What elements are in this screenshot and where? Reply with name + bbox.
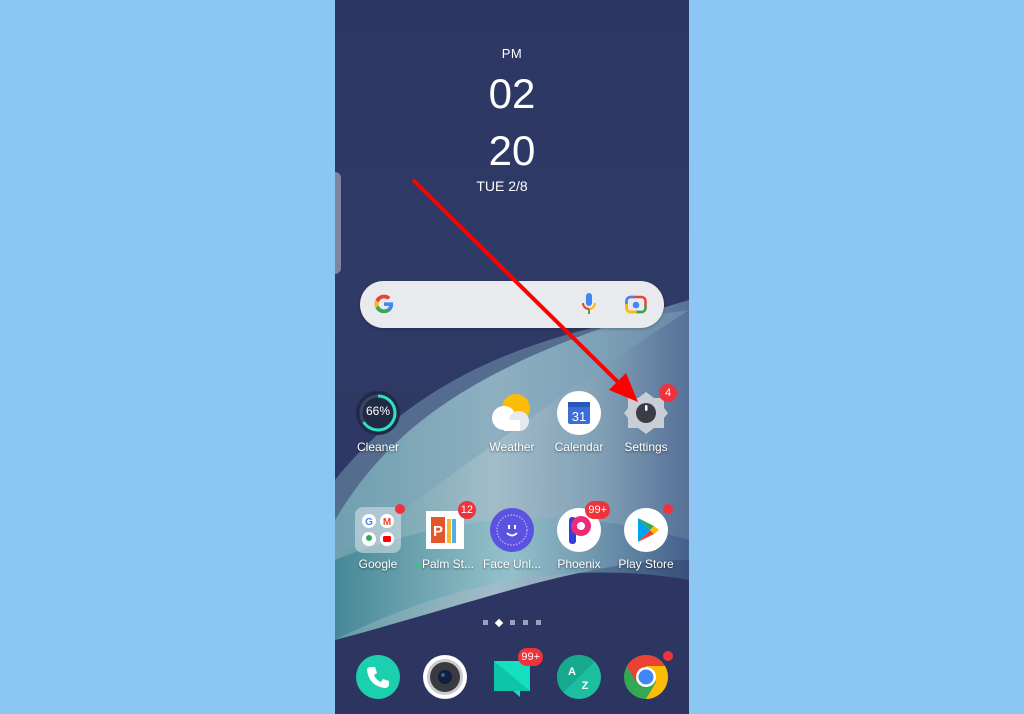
- notification-dot: [663, 504, 673, 514]
- clock-ampm: PM: [501, 46, 523, 61]
- phone-screen: PM 02 20 TUE 2/8 66% Cleaner Weather 31 …: [335, 0, 689, 714]
- app-phoenix[interactable]: 99+ Phoenix: [544, 501, 614, 571]
- chrome-icon: [623, 651, 673, 700]
- letter-a: A: [568, 666, 576, 678]
- a-z-contacts-icon: A Z: [556, 654, 602, 700]
- google-lens-icon[interactable]: [625, 294, 647, 314]
- notification-dot: [663, 651, 673, 661]
- notification-badge: 12: [457, 501, 476, 519]
- svg-text:P: P: [433, 523, 443, 540]
- notification-badge: 4: [659, 384, 677, 402]
- clock-hour[interactable]: 02: [335, 70, 689, 118]
- app-palm-store[interactable]: P 12 Palm St...: [410, 501, 480, 571]
- letter-z: Z: [582, 680, 589, 692]
- google-search-widget[interactable]: [360, 281, 664, 328]
- phone-icon: [355, 654, 401, 700]
- dock-chrome[interactable]: [611, 651, 681, 700]
- app-label: Palm St...: [421, 557, 474, 571]
- app-label: Face Unl...: [482, 557, 542, 571]
- clock-date[interactable]: TUE 2/8: [335, 178, 679, 194]
- messages-icon: 99+: [489, 648, 543, 700]
- app-label: Play Store: [618, 557, 674, 571]
- page-dot[interactable]: [483, 620, 488, 626]
- page-dot-active[interactable]: [494, 618, 504, 628]
- app-weather[interactable]: Weather: [477, 390, 547, 454]
- dock-contacts[interactable]: A Z: [544, 654, 614, 700]
- app-label: Google: [358, 557, 398, 571]
- google-g-icon: [374, 294, 394, 314]
- clock-minute[interactable]: 20: [335, 127, 689, 175]
- notification-dot: [395, 504, 405, 514]
- weather-icon: [489, 390, 535, 436]
- page-dot[interactable]: [523, 620, 528, 626]
- calendar-icon: 31: [556, 390, 602, 436]
- play-store-icon: [623, 504, 673, 553]
- new-install-indicator: [415, 562, 420, 567]
- dock-messages[interactable]: 99+: [477, 648, 547, 700]
- app-play-store[interactable]: Play Store: [611, 504, 681, 571]
- app-label: Calendar: [554, 440, 604, 454]
- app-label: Settings: [624, 440, 668, 454]
- app-label: Phoenix: [557, 557, 601, 571]
- dock-camera[interactable]: [410, 654, 480, 700]
- svg-text:M: M: [383, 517, 391, 528]
- settings-gear-icon: 4: [623, 384, 677, 436]
- page-dot[interactable]: [536, 620, 541, 626]
- palm-store-icon: P 12: [422, 501, 476, 553]
- camera-icon: [422, 654, 468, 700]
- page-indicator[interactable]: [335, 614, 689, 632]
- folder-google[interactable]: G M Google: [343, 504, 413, 571]
- phoenix-icon: 99+: [556, 501, 610, 553]
- face-unlock-icon: [489, 507, 535, 553]
- google-folder-icon: G M: [355, 504, 405, 553]
- cleaner-percent: 66%: [365, 404, 391, 418]
- notification-badge: 99+: [585, 501, 610, 519]
- app-cleaner[interactable]: 66% Cleaner: [343, 390, 413, 454]
- app-label: Cleaner: [356, 440, 400, 454]
- svg-text:G: G: [365, 517, 373, 528]
- app-label: Weather: [489, 440, 535, 454]
- app-face-unlock[interactable]: Face Unl...: [477, 507, 547, 571]
- app-settings[interactable]: 4 Settings: [611, 384, 681, 454]
- app-calendar[interactable]: 31 Calendar: [544, 390, 614, 454]
- dock-phone[interactable]: [343, 654, 413, 700]
- microphone-icon[interactable]: [580, 292, 598, 316]
- calendar-day: 31: [572, 409, 586, 424]
- cleaner-gauge-icon: 66%: [355, 390, 401, 436]
- notification-badge: 99+: [518, 648, 543, 666]
- page-dot[interactable]: [510, 620, 515, 626]
